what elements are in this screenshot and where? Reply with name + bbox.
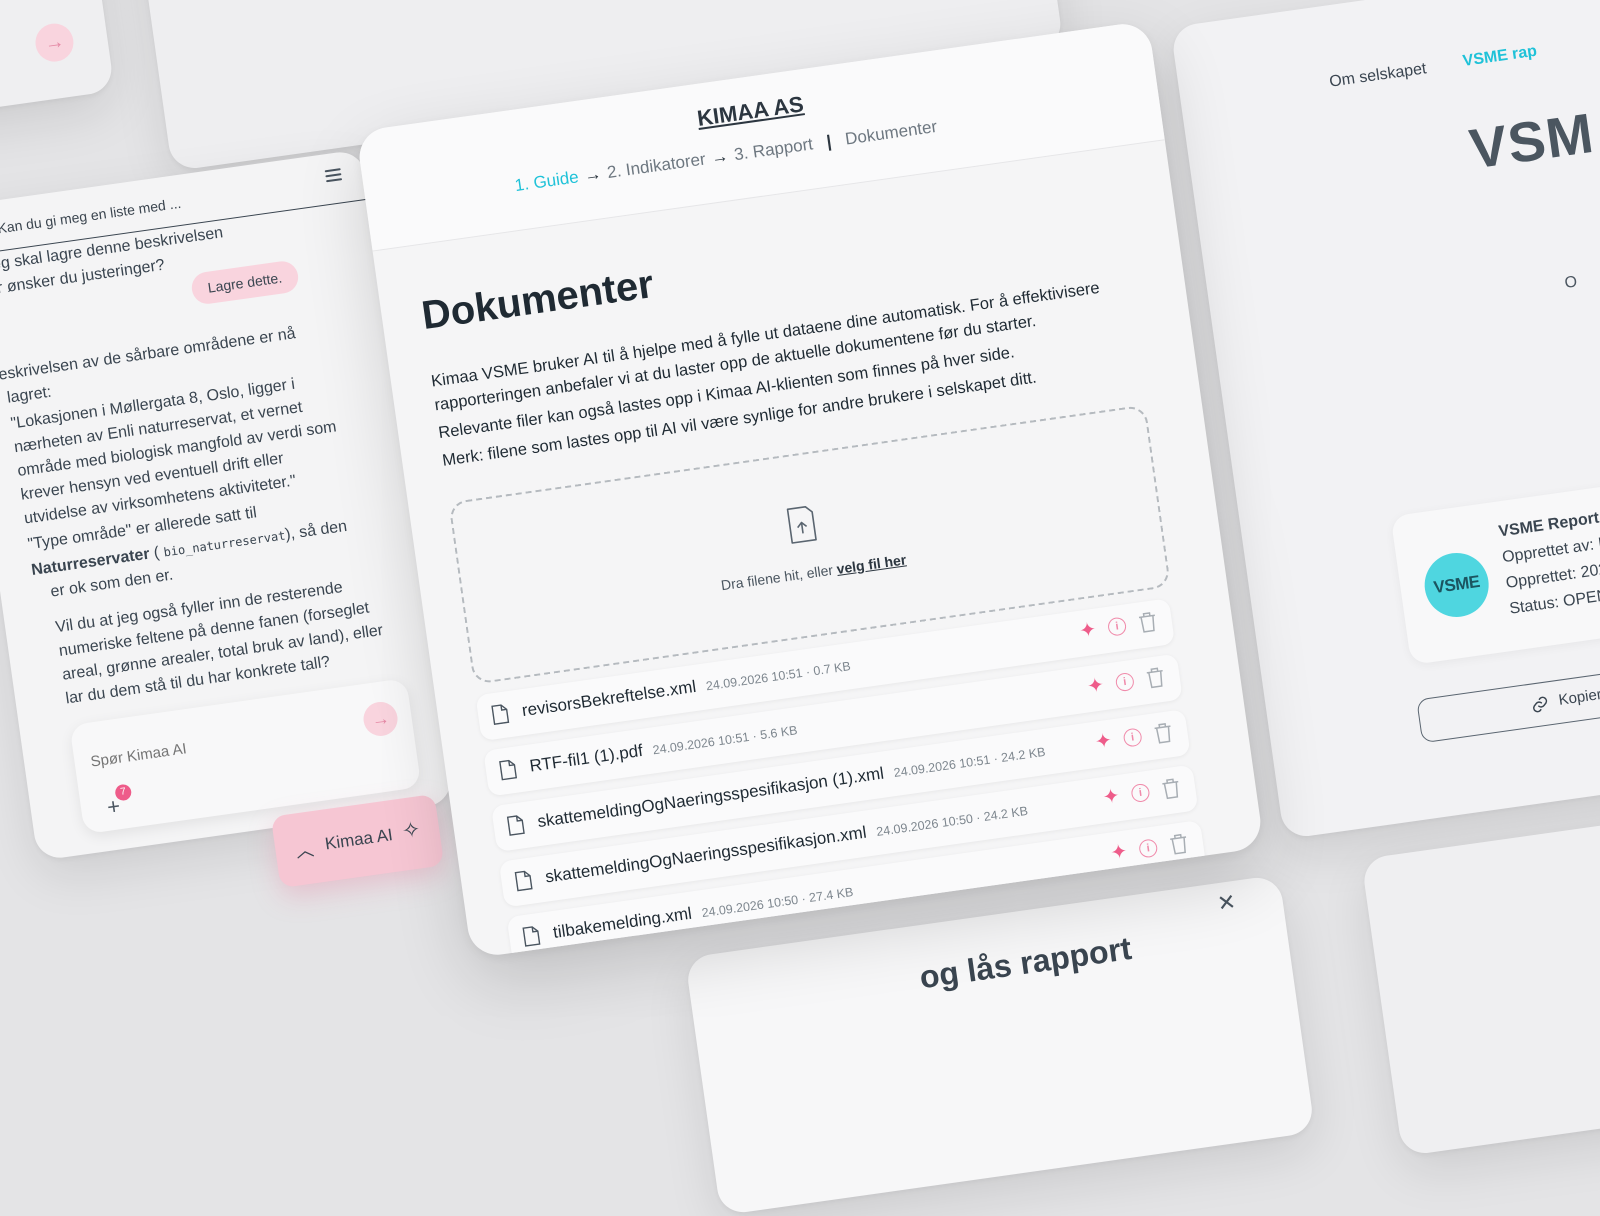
ai-sparkle-icon[interactable]: ✦ [1094,730,1114,754]
background-card-top-left: → [0,0,115,118]
page-title: Dokumenter [419,262,657,339]
select-file-link[interactable]: velg fil her [836,551,908,577]
trash-icon[interactable] [1168,832,1191,857]
ai-sparkle-icon[interactable]: ✦ [1078,619,1098,643]
min-side-link[interactable]: Min side [100,851,166,861]
trash-icon[interactable] [1144,665,1167,690]
breadcrumb-current: Dokumenter [843,116,939,149]
step-rapport[interactable]: 3. Rapport [733,134,814,164]
report-heading: VSM [1465,100,1598,181]
close-icon[interactable]: ✕ [1216,889,1238,917]
file-icon [522,926,541,947]
file-name: tilbakemelding.xml [551,903,693,942]
step-arrow-icon: → [583,164,603,186]
send-button[interactable]: → [361,699,400,739]
file-name: RTF-fil1 (1).pdf [528,740,644,776]
tab-vsme-rapport[interactable]: VSME rap [1462,43,1538,71]
upload-file-icon [786,506,817,544]
trash-icon[interactable] [1136,610,1159,635]
dropzone-label: Dra filene hit, eller [719,561,834,594]
after-code-text: ), så den [284,517,349,544]
file-icon [506,815,525,836]
info-icon[interactable]: i [1138,838,1159,859]
step-indikatorer[interactable]: 2. Indikatorer [606,149,707,182]
ai-sparkle-icon[interactable]: ✦ [1102,785,1122,809]
copy-link-label: Kopier le [1557,684,1600,709]
file-icon [514,870,533,892]
link-icon [1533,696,1548,713]
file-meta: 24.09.2026 10:51 · 24.2 KB [892,744,1047,781]
partial-text: O [1563,273,1579,292]
step-arrow-icon: → [710,146,730,168]
location-pin-icon [101,860,115,861]
file-icon [499,759,518,781]
step-navigation: 1. Guide → 2. Indikatorer → 3. Rapport | Dokum… [514,117,939,196]
chat-input[interactable] [87,717,342,772]
breadcrumb-divider: | [825,131,833,152]
sparkle-icon: ✧ [400,816,423,844]
step-guide[interactable]: 1. Guide [514,167,580,195]
min-side-label: Min side [116,851,166,861]
file-meta: 24.09.2026 10:51 · 0.7 KB [705,659,852,694]
info-icon[interactable]: i [1122,727,1143,748]
report-info-card[interactable]: VSME VSME Report - K Opprettet av: Ket O… [1390,463,1600,666]
chevron-up-icon: ︿ [294,839,316,862]
ai-sparkle-icon[interactable]: ✦ [1086,674,1106,698]
chat-message-line: lagret: [6,383,53,407]
report-status: Status: OPEN [1508,587,1600,618]
arrow-right-icon[interactable]: → [32,21,76,65]
menu-icon[interactable] [324,168,343,183]
file-name: revisorsBekreftelse.xml [520,676,698,721]
background-card-bottom-right [1361,803,1600,1157]
tab-om-selskapet[interactable]: Om selskapet [1328,60,1427,91]
documents-card: KIMAA AS 1. Guide → 2. Indikatorer → 3. Rapp… [355,20,1265,959]
save-suggestion-chip[interactable]: Lagre dette. [189,259,300,306]
copy-link-button[interactable]: Kopier le [1416,646,1600,744]
info-icon[interactable]: i [1130,782,1151,804]
company-name[interactable]: KIMAA AS [696,91,806,132]
info-icon[interactable]: i [1114,671,1136,693]
report-title: VSME Report - K [1497,506,1600,541]
vsme-logo: VSME [1420,548,1493,622]
trash-icon[interactable] [1160,776,1183,801]
info-icon[interactable]: i [1106,616,1128,637]
arrow-right-icon: → [370,707,391,731]
lock-report-dialog: ✕ og lås rapport [684,874,1316,1216]
file-meta: 24.09.2026 10:50 · 27.4 KB [700,884,855,921]
file-icon [491,704,510,725]
kimaa-ai-label: Kimaa AI [323,825,394,854]
file-meta: 24.09.2026 10:50 · 24.2 KB [875,803,1029,840]
file-meta: 24.09.2026 10:51 · 5.6 KB [651,723,799,758]
lock-report-heading: og lås rapport [917,929,1134,996]
ai-sparkle-icon[interactable]: ✦ [1109,840,1129,864]
trash-icon[interactable] [1152,721,1175,746]
